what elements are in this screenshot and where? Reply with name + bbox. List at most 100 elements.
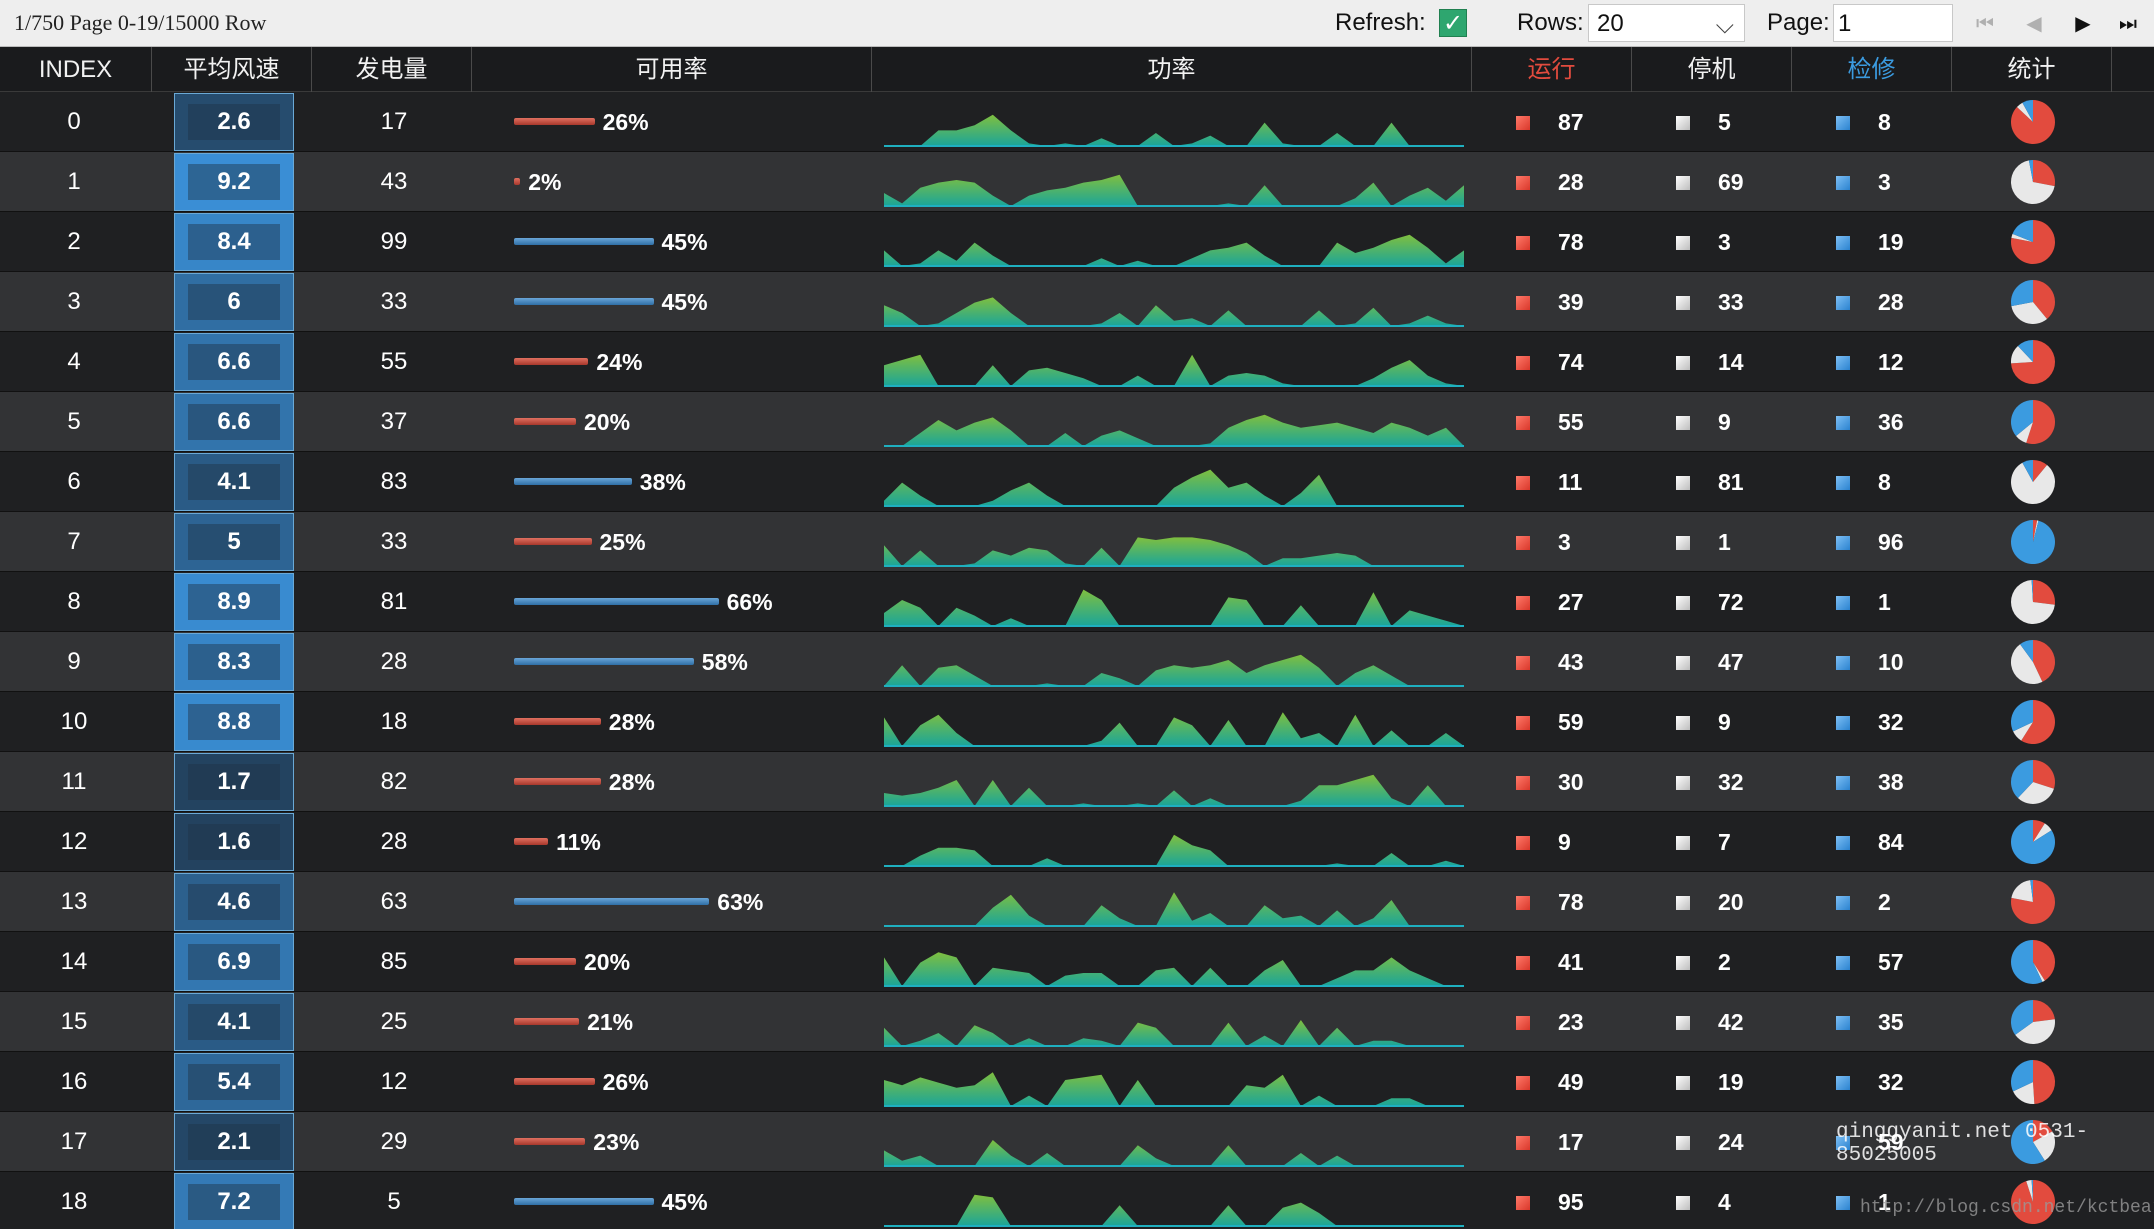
running-marker bbox=[1516, 656, 1530, 670]
availability-bar bbox=[514, 538, 592, 545]
stopped-marker bbox=[1676, 1136, 1690, 1150]
col-running[interactable]: 运行 bbox=[1472, 47, 1632, 92]
pie-slice bbox=[2033, 160, 2055, 187]
status-pie[interactable] bbox=[2010, 579, 2056, 625]
col-stats[interactable]: 统计 bbox=[1952, 47, 2112, 92]
power-gen-value: 81 bbox=[380, 588, 408, 615]
next-page-icon[interactable]: ▶ bbox=[2068, 9, 2098, 37]
status-pie[interactable] bbox=[2010, 699, 2056, 745]
power-gen-value: 43 bbox=[380, 168, 408, 195]
status-pie[interactable] bbox=[2010, 1059, 2056, 1105]
page-input[interactable]: 1 bbox=[1833, 4, 1953, 42]
status-pie[interactable] bbox=[2010, 759, 2056, 805]
stopped-marker bbox=[1676, 1076, 1690, 1090]
status-pie[interactable] bbox=[2010, 279, 2056, 325]
running-value: 30 bbox=[1558, 769, 1584, 795]
availability-bar bbox=[514, 778, 601, 785]
stopped-marker bbox=[1676, 1196, 1690, 1210]
status-pie[interactable] bbox=[2010, 639, 2056, 685]
table-row[interactable]: 10 8.8 18 28% 59 9 32 bbox=[0, 692, 2154, 752]
first-page-icon[interactable]: ⏮ bbox=[1970, 9, 2000, 37]
refresh-checkbox[interactable]: ✓ bbox=[1439, 9, 1467, 37]
power-gen-value: 33 bbox=[380, 528, 408, 555]
col-index[interactable]: INDEX bbox=[0, 47, 152, 92]
table-row[interactable]: 11 1.7 82 28% 30 32 38 bbox=[0, 752, 2154, 812]
wind-speed-value: 8.4 bbox=[188, 224, 280, 260]
table-row[interactable]: 15 4.1 25 21% 23 42 35 bbox=[0, 992, 2154, 1052]
table-row[interactable]: 1 9.2 43 2% 28 69 3 bbox=[0, 152, 2154, 212]
power-gen-value: 99 bbox=[380, 228, 408, 255]
power-area bbox=[884, 1020, 1464, 1046]
power-area bbox=[884, 354, 1464, 386]
col-availability[interactable]: 可用率 bbox=[472, 47, 872, 92]
table-row[interactable]: 5 6.6 37 20% 55 9 36 bbox=[0, 392, 2154, 452]
table-row[interactable]: 7 5 33 25% 3 1 96 bbox=[0, 512, 2154, 572]
table-row[interactable]: 6 4.1 83 38% 11 81 8 bbox=[0, 452, 2154, 512]
status-pie[interactable] bbox=[2010, 99, 2056, 145]
table-row[interactable]: 16 5.4 12 26% 49 19 32 bbox=[0, 1052, 2154, 1112]
status-pie[interactable] bbox=[2010, 999, 2056, 1045]
table-row[interactable]: 12 1.6 28 11% 9 7 84 bbox=[0, 812, 2154, 872]
availability-value: 26% bbox=[602, 1069, 649, 1095]
availability-bar bbox=[514, 178, 521, 185]
availability-value: 28% bbox=[608, 769, 655, 795]
row-index: 3 bbox=[67, 288, 81, 315]
running-value: 74 bbox=[1558, 349, 1584, 375]
maintenance-value: 12 bbox=[1878, 349, 1904, 375]
status-pie[interactable] bbox=[2010, 159, 2056, 205]
wind-speed-cell: 4.6 bbox=[174, 873, 294, 931]
status-pie[interactable] bbox=[2010, 819, 2056, 865]
status-pie[interactable] bbox=[2010, 939, 2056, 985]
maintenance-marker bbox=[1836, 836, 1850, 850]
wind-speed-value: 1.7 bbox=[188, 764, 280, 800]
table-row[interactable]: 9 8.3 28 58% 43 47 10 bbox=[0, 632, 2154, 692]
wind-speed-value: 4.1 bbox=[188, 464, 280, 500]
col-power-gen[interactable]: 发电量 bbox=[312, 47, 472, 92]
stopped-value: 47 bbox=[1718, 649, 1744, 675]
rows-select[interactable]: 20 ⌵ bbox=[1588, 4, 1745, 42]
status-pie[interactable] bbox=[2010, 519, 2056, 565]
table-row[interactable]: 2 8.4 99 45% 78 3 19 bbox=[0, 212, 2154, 272]
running-value: 78 bbox=[1558, 889, 1584, 915]
status-pie[interactable] bbox=[2010, 219, 2056, 265]
power-gen-value: 28 bbox=[380, 648, 408, 675]
last-page-icon[interactable]: ⏭ bbox=[2113, 9, 2143, 37]
row-index: 11 bbox=[61, 768, 87, 795]
power-gen-value: 25 bbox=[380, 1008, 408, 1035]
power-area bbox=[884, 712, 1464, 746]
stopped-marker bbox=[1676, 596, 1690, 610]
running-value: 28 bbox=[1558, 169, 1584, 195]
col-wind[interactable]: 平均风速 bbox=[152, 47, 312, 92]
maintenance-value: 8 bbox=[1878, 109, 1891, 135]
table-row[interactable]: 0 2.6 17 26% 87 5 8 bbox=[0, 92, 2154, 152]
wind-speed-cell: 6 bbox=[174, 273, 294, 331]
table-row[interactable]: 3 6 33 45% 39 33 28 bbox=[0, 272, 2154, 332]
power-sparkline bbox=[884, 692, 1464, 752]
status-pie[interactable] bbox=[2010, 879, 2056, 925]
wind-speed-cell: 4.1 bbox=[174, 453, 294, 511]
running-marker bbox=[1516, 1016, 1530, 1030]
maintenance-value: 1 bbox=[1878, 589, 1891, 615]
table-row[interactable]: 4 6.6 55 24% 74 14 12 bbox=[0, 332, 2154, 392]
running-marker bbox=[1516, 1076, 1530, 1090]
status-pie[interactable] bbox=[2010, 459, 2056, 505]
prev-page-icon[interactable]: ◀ bbox=[2019, 9, 2049, 37]
status-pie[interactable] bbox=[2010, 339, 2056, 385]
power-area bbox=[884, 654, 1464, 686]
table-row[interactable]: 14 6.9 85 20% 41 2 57 bbox=[0, 932, 2154, 992]
col-stopped[interactable]: 停机 bbox=[1632, 47, 1792, 92]
table-row[interactable]: 8 8.9 81 66% 27 72 1 bbox=[0, 572, 2154, 632]
col-power[interactable]: 功率 bbox=[872, 47, 1472, 92]
running-marker bbox=[1516, 416, 1530, 430]
wind-speed-value: 8.3 bbox=[188, 644, 280, 680]
table-row[interactable]: 18 7.2 5 45% 95 4 1 bbox=[0, 1172, 2154, 1229]
table-row[interactable]: 13 4.6 63 63% 78 20 2 bbox=[0, 872, 2154, 932]
running-marker bbox=[1516, 716, 1530, 730]
table-row[interactable]: 17 2.1 29 23% 17 24 59 bbox=[0, 1112, 2154, 1172]
status-pie[interactable] bbox=[2010, 399, 2056, 445]
stopped-value: 72 bbox=[1718, 589, 1744, 615]
availability-value: 28% bbox=[608, 709, 655, 735]
power-area bbox=[884, 1140, 1464, 1166]
col-maintenance[interactable]: 检修 bbox=[1792, 47, 1952, 92]
stopped-value: 14 bbox=[1718, 349, 1744, 375]
